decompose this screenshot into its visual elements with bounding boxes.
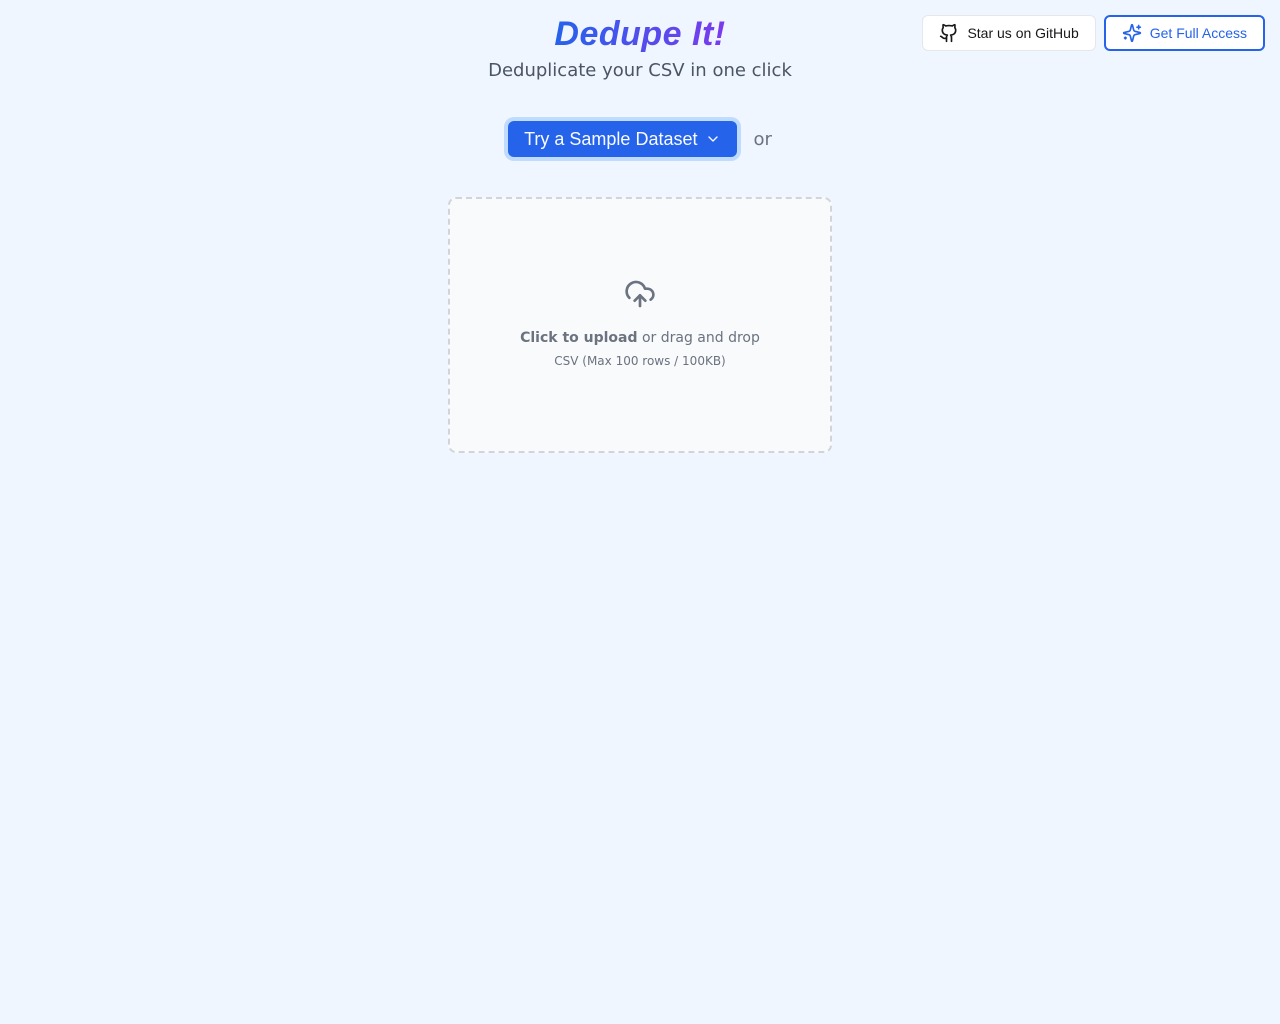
upload-hint-text: CSV (Max 100 rows / 100KB) xyxy=(554,354,725,368)
try-sample-dataset-button[interactable]: Try a Sample Dataset xyxy=(508,121,737,157)
or-separator: or xyxy=(753,129,771,150)
actions-section: Try a Sample Dataset or xyxy=(448,121,832,453)
app-logo: Dedupe It! xyxy=(554,15,725,54)
github-icon xyxy=(939,23,959,43)
app-tagline: Deduplicate your CSV in one click xyxy=(488,60,792,81)
sparkles-icon xyxy=(1122,23,1142,43)
try-sample-dataset-label: Try a Sample Dataset xyxy=(524,129,697,150)
cloud-upload-icon xyxy=(624,278,656,330)
github-star-label: Star us on GitHub xyxy=(967,25,1078,41)
upload-primary-text: Click to upload or drag and drop xyxy=(520,330,760,346)
header-buttons: Star us on GitHub Get Full Access xyxy=(922,15,1265,51)
main-container: Dedupe It! Deduplicate your CSV in one c… xyxy=(0,0,1280,468)
upload-rest-text: or drag and drop xyxy=(638,330,760,346)
get-full-access-label: Get Full Access xyxy=(1150,25,1247,41)
sample-row: Try a Sample Dataset or xyxy=(508,121,772,157)
get-full-access-button[interactable]: Get Full Access xyxy=(1104,15,1265,51)
chevron-down-icon xyxy=(705,131,721,147)
upload-zone-inner: Click to upload or drag and drop CSV (Ma… xyxy=(520,258,760,392)
github-star-button[interactable]: Star us on GitHub xyxy=(922,15,1095,51)
upload-dropzone[interactable]: Click to upload or drag and drop CSV (Ma… xyxy=(448,197,832,453)
upload-bold-text: Click to upload xyxy=(520,330,637,346)
